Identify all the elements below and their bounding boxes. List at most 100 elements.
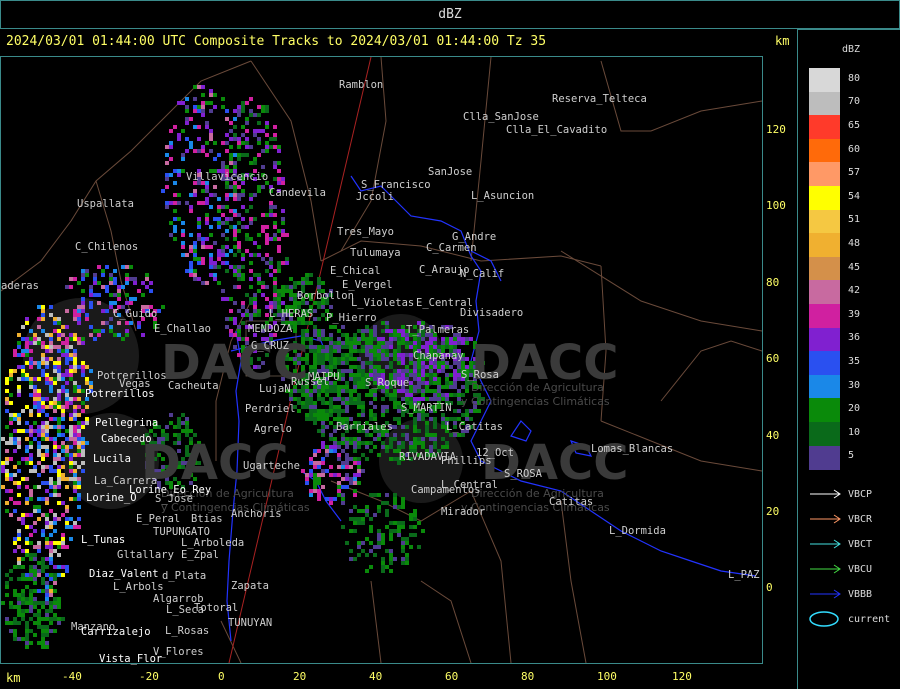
- place-label: Mirador: [441, 506, 486, 518]
- place-label: Potrerillos: [85, 388, 155, 400]
- place-label: Zapata: [231, 580, 269, 592]
- colorbar-label: 54: [848, 190, 861, 202]
- place-label: L_Tunas: [81, 534, 126, 546]
- track-legend-label: VBCU: [848, 564, 873, 575]
- colorbar-label: 42: [848, 285, 861, 297]
- colorbar-cell: [809, 351, 840, 376]
- place-label: Lucila: [93, 453, 131, 465]
- place-label: Vista_Flor: [99, 653, 163, 665]
- place-label: MENDOZA: [248, 323, 293, 335]
- place-label: Ramblon: [339, 79, 384, 91]
- colorbar-cell: [809, 186, 840, 211]
- place-label: E_Peral: [136, 513, 181, 525]
- x-tick-label: 80: [521, 670, 535, 683]
- track-legend-label: VBBB: [848, 589, 873, 600]
- x-tick-label: 0: [218, 670, 225, 683]
- y-tick-label: 80: [766, 276, 780, 289]
- place-label: Tulumaya: [350, 247, 401, 259]
- arrow-icon: [810, 539, 841, 549]
- arrow-icon: [810, 589, 841, 599]
- place-label: Cacheuta: [168, 380, 219, 392]
- radar-map[interactable]: DACC DACC DACC DACC Dirección de Agricul…: [0, 56, 763, 665]
- place-label: Clla_SanJose: [463, 111, 539, 123]
- arrow-icon: [810, 489, 841, 499]
- place-label: E_Challao: [154, 323, 211, 335]
- place-label: Anchoris: [231, 508, 282, 520]
- x-tick-label: 20: [293, 670, 307, 683]
- colorbar-label: 51: [848, 214, 861, 226]
- place-label: L_Arboleda: [181, 537, 245, 549]
- colorbar-label: 20: [848, 403, 861, 415]
- y-tick-label: 100: [766, 199, 786, 212]
- place-label: Chapanay: [413, 350, 464, 362]
- colorbar-cell: [809, 91, 840, 116]
- place-label: d_Plata: [162, 570, 207, 582]
- place-label: L_Central: [441, 479, 498, 491]
- colorbar-cell: [809, 327, 840, 352]
- place-label: Diaz_Valent: [89, 568, 159, 580]
- place-label: Carrizalejo: [81, 626, 151, 638]
- y-axis-unit: km: [775, 34, 790, 48]
- place-labels: Ramblon Reserva_Telteca Clla_SanJose Clla_E…: [1, 57, 762, 665]
- place-label: L_HERAS: [269, 308, 314, 320]
- place-label: C_Carmen: [426, 242, 477, 254]
- x-tick-label: -20: [139, 670, 159, 683]
- place-label: Catitas: [549, 496, 594, 508]
- place-label: L_Catitas: [446, 421, 503, 433]
- y-tick-label: 20: [766, 505, 780, 518]
- colorbar-label: 30: [848, 379, 861, 391]
- place-label: Jccoli: [356, 191, 394, 203]
- x-tick-label: -40: [62, 670, 82, 683]
- composite-title: 2024/03/01 01:44:00 UTC Composite Tracks…: [6, 34, 547, 49]
- place-label: SanJose: [428, 166, 473, 178]
- colorbar-cell: [809, 374, 840, 399]
- place-label: Btias: [191, 513, 223, 525]
- place-label: Barriales: [336, 421, 393, 433]
- ellipse-icon: [809, 611, 839, 627]
- place-label: L_Violetas: [351, 297, 415, 309]
- window-title: dBZ: [438, 7, 462, 22]
- place-label: P_Hierro: [326, 312, 377, 324]
- place-label: MAIPU: [308, 371, 340, 383]
- place-label: E_Zpal: [181, 549, 219, 561]
- colorbar-cell: [809, 256, 840, 281]
- arrow-icon: [810, 564, 841, 574]
- colorbar-label: 60: [848, 143, 861, 155]
- place-label: Lomas_Blancas: [591, 443, 674, 455]
- place-label: S_MARTIN: [401, 402, 452, 414]
- track-legend-label: VBCP: [848, 489, 873, 500]
- place-label: Pellegrina: [95, 417, 159, 429]
- colorbar-cell: [809, 233, 840, 258]
- place-label: Totoral: [194, 602, 239, 614]
- track-legend-label: VBCR: [848, 514, 873, 525]
- place-label: L_Dormida: [609, 525, 666, 537]
- place-label: Uspallata: [77, 198, 134, 210]
- place-label: Clla_El_Cavadito: [506, 124, 608, 136]
- place-label: L_Rosas: [165, 625, 210, 637]
- place-label: N_Calif: [460, 268, 505, 280]
- place-label: Tres_Mayo: [337, 226, 394, 238]
- place-label: Villavicencio: [186, 171, 269, 183]
- place-label: S_Jose: [155, 493, 193, 505]
- colorbar-label: 10: [848, 426, 861, 438]
- place-label: C_Chilenos: [75, 241, 139, 253]
- colorbar-label: 35: [848, 356, 861, 367]
- place-label: Cabecedo: [101, 433, 152, 445]
- place-label: E_Chical: [330, 265, 381, 277]
- window-title-bar: dBZ: [0, 0, 900, 29]
- place-label: L_Asuncion: [471, 190, 535, 202]
- y-tick-label: 60: [766, 352, 780, 365]
- place-label: C_Guido: [113, 308, 158, 320]
- colorbar-cell: [809, 209, 840, 234]
- track-legend-label: VBCT: [848, 539, 873, 550]
- place-label: Ugarteche: [243, 460, 300, 472]
- arrow-icon: [810, 514, 841, 524]
- colorbar-label: 48: [848, 238, 861, 249]
- place-label: L_PAZ: [728, 569, 760, 581]
- x-tick-label: 120: [672, 670, 692, 683]
- place-label: Agrelo: [254, 423, 292, 435]
- colorbar-label: 36: [848, 332, 861, 344]
- colorbar-cell: [809, 304, 840, 329]
- x-axis-unit: km: [6, 671, 21, 685]
- x-tick-label: 60: [445, 670, 459, 683]
